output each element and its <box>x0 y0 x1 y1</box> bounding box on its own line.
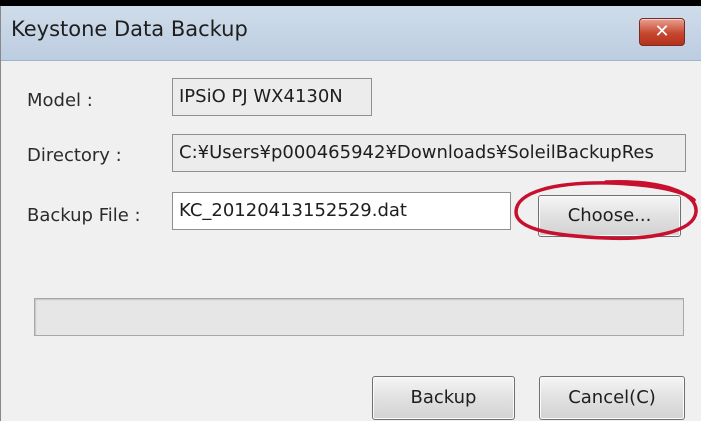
cancel-button[interactable]: Cancel(C) <box>539 376 685 420</box>
backup-button[interactable]: Backup <box>372 376 515 420</box>
red-circle-annotation <box>514 180 698 241</box>
title-bar[interactable]: Keystone Data Backup ✕ <box>1 6 701 61</box>
backup-file-input[interactable]: KC_20120413152529.dat <box>172 192 511 230</box>
directory-label: Directory : <box>27 145 122 166</box>
backup-file-label: Backup File : <box>27 205 141 226</box>
model-field: IPSiO PJ WX4130N <box>172 78 372 116</box>
annotation-ellipse <box>514 180 698 241</box>
directory-field: C:¥Users¥p000465942¥Downloads¥SoleilBack… <box>172 134 686 172</box>
close-button[interactable]: ✕ <box>639 18 685 46</box>
backup-button-label: Backup <box>410 387 477 408</box>
cancel-button-label: Cancel(C) <box>568 387 656 408</box>
model-label: Model : <box>27 90 93 111</box>
progress-bar <box>34 298 684 336</box>
window-title: Keystone Data Backup <box>11 17 248 41</box>
close-icon: ✕ <box>654 21 670 42</box>
